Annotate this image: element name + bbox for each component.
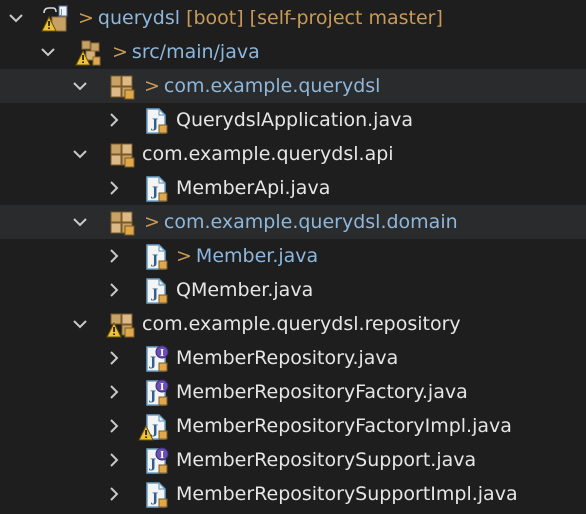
package-label: com.example.querydsl.api	[142, 143, 394, 165]
java-class-icon: J	[142, 175, 170, 203]
file-label: MemberRepositorySupportImpl.java	[176, 483, 518, 505]
package-label: com.example.querydsl.repository	[142, 313, 461, 335]
tree-row-package[interactable]: com.example.querydsl.repository	[0, 307, 586, 341]
file-label: MemberRepositorySupport.java	[176, 449, 477, 471]
package-name: com.example.querydsl.domain	[163, 211, 458, 233]
svg-text:J: J	[151, 185, 158, 200]
tree-row-project[interactable]: J > querydsl [boot] [self-project master]	[0, 1, 586, 35]
file-label: MemberApi.java	[176, 177, 331, 199]
source-folder-icon	[74, 39, 102, 67]
file-label[interactable]: > Member.java	[176, 244, 318, 268]
tree-row-file[interactable]: J MemberApi.java	[0, 171, 586, 205]
chevron-down-icon[interactable]	[72, 69, 88, 103]
tree-row-file[interactable]: J I MemberRepositorySupport.java	[0, 443, 586, 477]
project-icon: J	[40, 5, 68, 33]
package-icon	[108, 141, 136, 169]
tree-row-file[interactable]: J QMember.java	[0, 273, 586, 307]
svg-text:I: I	[160, 451, 164, 461]
tree-row-file[interactable]: J QuerydslApplication.java	[0, 103, 586, 137]
file-label: QuerydslApplication.java	[176, 109, 413, 131]
git-change-marker: >	[144, 211, 160, 233]
svg-text:J: J	[151, 117, 158, 132]
java-class-icon: J	[142, 107, 170, 135]
file-label: MemberRepositoryFactory.java	[176, 381, 468, 403]
package-icon	[108, 73, 136, 101]
java-class-icon: J	[142, 243, 170, 271]
java-class-icon: J	[142, 277, 170, 305]
tree-row-source-folder[interactable]: > src/main/java	[0, 35, 586, 69]
chevron-down-icon[interactable]	[72, 307, 88, 341]
file-name: Member.java	[195, 245, 319, 267]
chevron-right-icon[interactable]	[106, 239, 122, 273]
file-label: MemberRepositoryFactoryImpl.java	[176, 415, 512, 437]
chevron-right-icon[interactable]	[106, 341, 122, 375]
chevron-right-icon[interactable]	[106, 273, 122, 307]
git-change-marker: >	[144, 75, 160, 97]
git-change-marker: >	[78, 7, 94, 29]
tree-row-package[interactable]: com.example.querydsl.api	[0, 137, 586, 171]
svg-text:J: J	[151, 491, 158, 506]
svg-text:J: J	[151, 253, 158, 268]
package-explorer-tree: J > querydsl [boot] [self-project master]	[0, 0, 586, 514]
project-decoration: [boot] [self-project master]	[186, 7, 443, 29]
svg-text:I: I	[160, 349, 164, 359]
chevron-down-icon[interactable]	[72, 137, 88, 171]
tree-row-file[interactable]: J MemberRepositorySupportImpl.java	[0, 477, 586, 511]
java-interface-icon: J I	[142, 447, 170, 475]
tree-row-file[interactable]: J MemberRepositoryFactoryImpl.java	[0, 409, 586, 443]
package-name: com.example.querydsl	[163, 75, 381, 97]
package-warning-icon	[106, 311, 135, 339]
chevron-right-icon[interactable]	[106, 477, 122, 511]
svg-text:J: J	[149, 355, 156, 370]
java-interface-icon: J I	[142, 379, 170, 407]
svg-text:J: J	[60, 8, 63, 16]
java-class-warning-icon: J	[138, 413, 170, 441]
chevron-right-icon[interactable]	[106, 171, 122, 205]
tree-row-package[interactable]: > com.example.querydsl	[0, 69, 586, 103]
git-change-marker: >	[176, 245, 192, 267]
java-interface-icon: J I	[142, 345, 170, 373]
package-icon	[108, 209, 136, 237]
package-label[interactable]: > com.example.querydsl	[144, 74, 380, 98]
package-label[interactable]: > com.example.querydsl.domain	[144, 210, 458, 234]
tree-row-package[interactable]: > com.example.querydsl.domain	[0, 205, 586, 239]
project-name: querydsl	[97, 7, 181, 29]
chevron-down-icon[interactable]	[40, 35, 56, 69]
svg-text:J: J	[151, 423, 158, 438]
file-label: QMember.java	[176, 279, 314, 301]
tree-row-file[interactable]: J > Member.java	[0, 239, 586, 273]
svg-text:I: I	[160, 383, 164, 393]
source-folder-name: src/main/java	[131, 41, 260, 63]
svg-text:J: J	[151, 287, 158, 302]
project-label[interactable]: > querydsl [boot] [self-project master]	[78, 6, 443, 30]
tree-row-file[interactable]: J I MemberRepositoryFactory.java	[0, 375, 586, 409]
file-label: MemberRepository.java	[176, 347, 399, 369]
chevron-right-icon[interactable]	[106, 103, 122, 137]
tree-row-file[interactable]: J I MemberRepository.java	[0, 341, 586, 375]
svg-text:J: J	[149, 457, 156, 472]
chevron-right-icon[interactable]	[106, 409, 122, 443]
chevron-right-icon[interactable]	[106, 443, 122, 477]
java-class-icon: J	[142, 481, 170, 509]
chevron-down-icon[interactable]	[8, 1, 24, 35]
chevron-right-icon[interactable]	[106, 375, 122, 409]
git-change-marker: >	[112, 41, 128, 63]
source-folder-label[interactable]: > src/main/java	[112, 40, 260, 64]
svg-text:J: J	[149, 389, 156, 404]
chevron-down-icon[interactable]	[72, 205, 88, 239]
